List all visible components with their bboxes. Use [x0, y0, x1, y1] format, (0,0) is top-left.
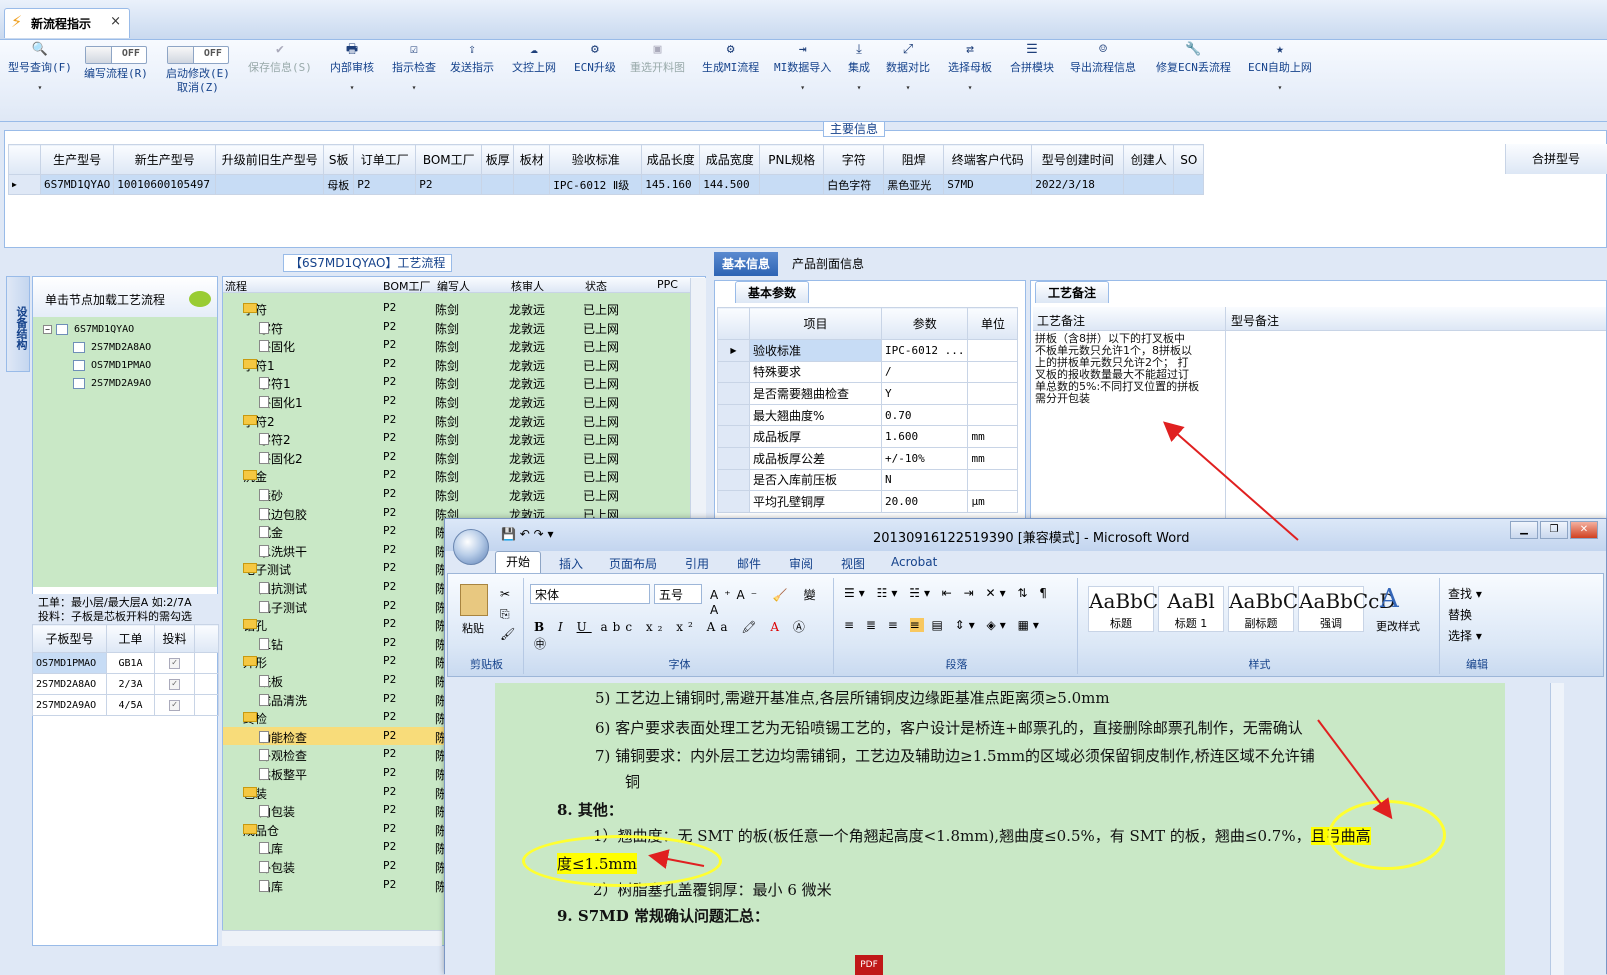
arrow-to-text [648, 849, 705, 869]
annotation-arrows [648, 421, 1393, 869]
arrow-to-highlight [1317, 719, 1393, 820]
arrow-to-remark [1162, 421, 1299, 541]
